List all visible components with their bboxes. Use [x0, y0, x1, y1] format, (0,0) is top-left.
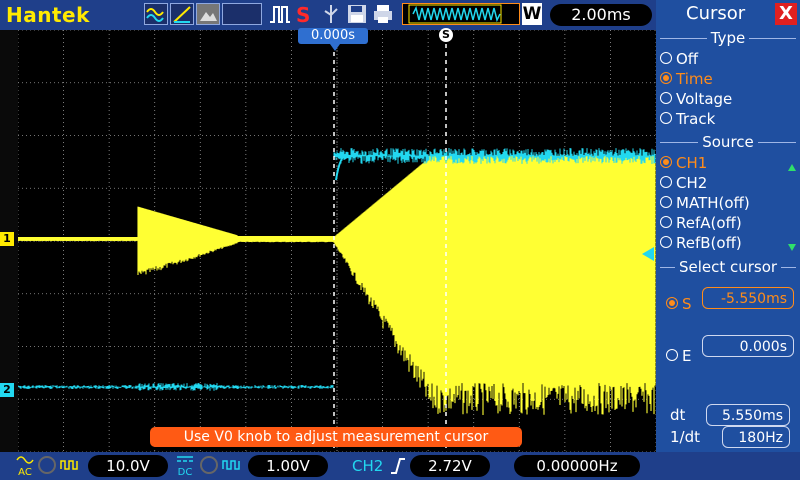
menu-title: Cursor — [686, 3, 746, 24]
radio-icon — [660, 112, 672, 124]
cursor-s-value[interactable]: -5.550ms — [702, 287, 794, 309]
type-section: Type Off Time Voltage Track — [660, 28, 796, 129]
select-title: Select cursor — [674, 258, 782, 276]
rising-edge-icon — [390, 457, 406, 475]
cursor-e-value[interactable]: 0.000s — [702, 335, 794, 357]
source-option-refb[interactable]: RefB(off) — [660, 233, 796, 253]
ch1-probe-icon — [38, 456, 56, 474]
ch2-scale[interactable]: 1.00V — [248, 455, 328, 477]
ch1-marker[interactable]: 1 — [0, 232, 14, 246]
ch2-coupling: DC — [176, 454, 194, 478]
radio-icon — [660, 92, 672, 104]
source-section: Source CH1 CH2 MATH(off) RefA(off) RefB(… — [660, 132, 796, 253]
stop-icon[interactable]: S — [296, 3, 316, 27]
source-option-math[interactable]: MATH(off) — [660, 193, 796, 213]
type-option-voltage[interactable]: Voltage — [660, 89, 796, 109]
radio-icon — [660, 72, 672, 84]
trigger-source: CH2 — [352, 457, 384, 475]
type-option-track[interactable]: Track — [660, 109, 796, 129]
waveform-canvas — [17, 29, 657, 453]
ch1-bandwidth-icon — [60, 457, 80, 473]
trigger-position-marker[interactable]: 0.000s — [298, 28, 368, 44]
top-toolbar: Hantek S W 2.00ms — [0, 0, 656, 30]
source-option-ch2[interactable]: CH2 — [660, 173, 796, 193]
timebase-value[interactable]: 2.00ms — [550, 4, 652, 26]
waveform-display — [17, 29, 657, 453]
radio-icon — [660, 52, 672, 64]
ch1-coupling: AC — [16, 454, 34, 478]
scroll-down-icon[interactable] — [788, 244, 796, 251]
inv-dt-label: 1/dt — [670, 428, 700, 446]
radio-icon — [660, 216, 672, 228]
select-cursor-section: Select cursor — [660, 257, 796, 278]
trigger-level-arrow-icon — [642, 247, 654, 261]
usb-icon[interactable] — [320, 3, 342, 25]
print-icon[interactable] — [372, 3, 394, 25]
wave-icon[interactable] — [144, 3, 168, 25]
type-option-time[interactable]: Time — [660, 69, 796, 89]
hint-message: Use V0 knob to adjust measurement cursor — [150, 427, 522, 447]
wave-mode-label: W — [522, 3, 542, 25]
close-button[interactable]: X — [775, 3, 797, 25]
image-icon[interactable] — [196, 3, 220, 25]
scroll-up-icon[interactable] — [788, 164, 796, 171]
source-option-refa[interactable]: RefA(off) — [660, 213, 796, 233]
menu-header: Cursor X — [656, 0, 800, 28]
radio-icon — [660, 176, 672, 188]
type-option-off[interactable]: Off — [660, 49, 796, 69]
radio-icon — [660, 196, 672, 208]
trigger-level[interactable]: 2.72V — [410, 455, 490, 477]
cursor-menu-panel: Cursor X Type Off Time Voltage Track Sou… — [656, 0, 800, 452]
source-option-ch1[interactable]: CH1 — [660, 153, 796, 173]
dt-value: 5.550ms — [706, 404, 790, 426]
ch2-bandwidth-icon — [222, 457, 242, 473]
radio-icon — [666, 349, 678, 361]
frequency-readout: 0.00000Hz — [514, 455, 640, 477]
pulse-icon[interactable] — [268, 3, 292, 25]
status-box — [222, 3, 262, 25]
ramp-icon[interactable] — [170, 3, 194, 25]
cursor-s-marker[interactable]: S — [439, 28, 453, 42]
memory-waveform-icon — [402, 3, 520, 25]
radio-icon — [660, 236, 672, 248]
trigger-arrow-icon — [330, 44, 340, 51]
cursor-e-option[interactable]: E — [666, 346, 691, 366]
radio-icon — [660, 156, 672, 168]
inv-dt-value: 180Hz — [722, 426, 790, 448]
type-title: Type — [706, 29, 750, 47]
ch1-scale[interactable]: 10.0V — [88, 455, 168, 477]
ch2-probe-icon — [200, 456, 218, 474]
ch1-trace — [17, 155, 656, 415]
cursor-s-option[interactable]: S — [666, 294, 692, 314]
dt-label: dt — [670, 406, 686, 424]
brand-logo: Hantek — [6, 3, 90, 27]
status-bar: AC 10.0V DC 1.00V CH2 2.72V 0.00000Hz — [0, 452, 800, 480]
save-icon[interactable] — [346, 3, 368, 25]
source-title: Source — [698, 133, 758, 151]
radio-icon — [666, 297, 678, 309]
ch2-marker[interactable]: 2 — [0, 383, 14, 397]
